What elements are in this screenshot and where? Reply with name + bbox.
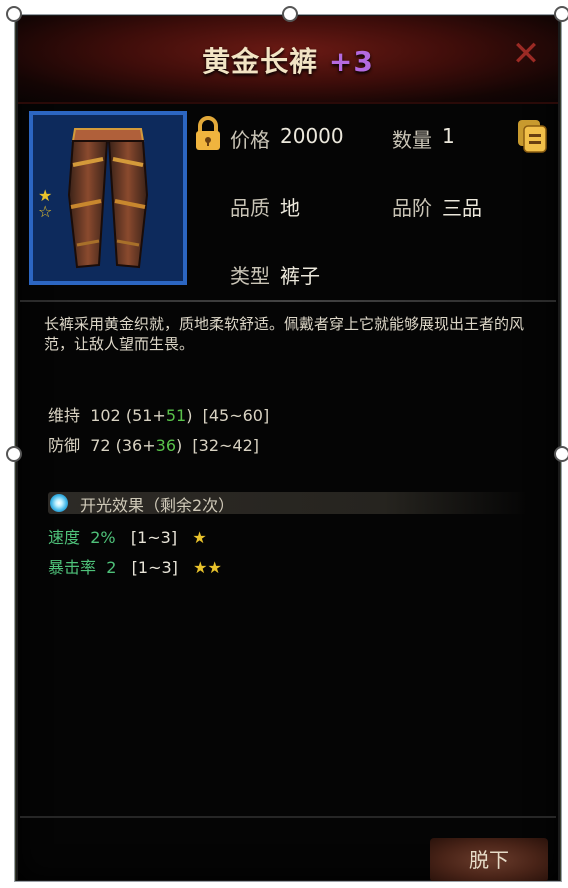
resize-handle[interactable] xyxy=(554,446,568,462)
resize-handle[interactable] xyxy=(554,6,568,22)
resize-handle[interactable] xyxy=(282,6,298,22)
screenshot-stage: 黄金长裤 +3 ✕ ★ ☆ 价格 20000 数量 1 品质 地 品阶 三品 类… xyxy=(0,0,568,888)
resize-handle[interactable] xyxy=(6,6,22,22)
selection-frame xyxy=(14,14,562,882)
resize-handle[interactable] xyxy=(6,446,22,462)
